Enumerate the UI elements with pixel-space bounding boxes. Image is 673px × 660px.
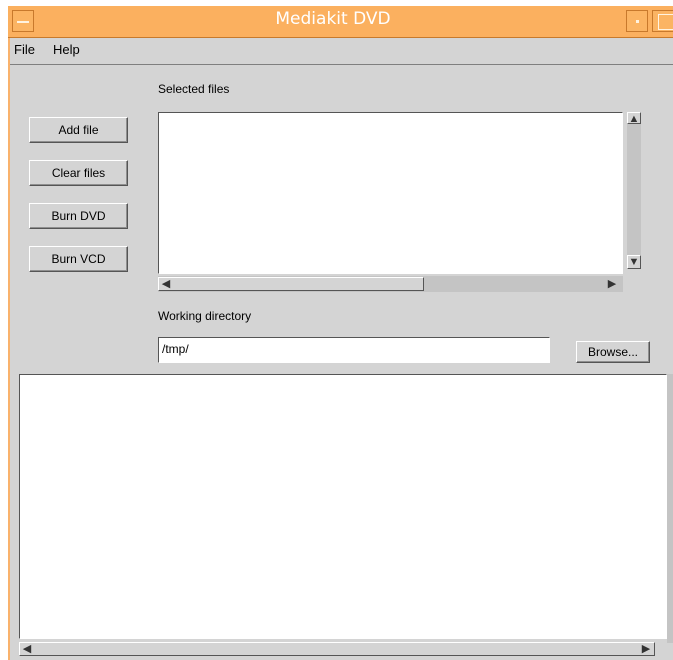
main-panel: Selected files Add file Clear files Burn… (10, 65, 673, 370)
arrow-right-icon[interactable]: ▶ (639, 642, 653, 656)
burn-vcd-button[interactable]: Burn VCD (29, 246, 128, 272)
title-bar[interactable]: Mediakit DVD (8, 6, 673, 38)
working-directory-input[interactable]: /tmp/ (158, 337, 550, 363)
log-hscroll-thumb[interactable] (19, 642, 655, 656)
window-title: Mediakit DVD (275, 9, 391, 29)
log-vertical-scrollbar[interactable] (667, 374, 673, 643)
log-frame: ◀ ▶ (10, 370, 673, 660)
burn-dvd-button[interactable]: Burn DVD (29, 203, 128, 229)
files-horizontal-scrollbar[interactable]: ◀ ▶ (158, 276, 623, 292)
maximize-icon[interactable] (652, 10, 673, 32)
menu-bar: File Help (10, 38, 673, 65)
menu-help[interactable]: Help (53, 42, 80, 57)
window-menu-icon[interactable] (12, 10, 34, 32)
selected-files-label: Selected files (158, 82, 230, 96)
arrow-left-icon[interactable]: ◀ (20, 642, 34, 656)
arrow-down-icon[interactable]: ▼ (627, 255, 641, 269)
output-log[interactable] (19, 374, 667, 639)
log-horizontal-scrollbar[interactable]: ◀ ▶ (19, 642, 655, 656)
files-vertical-scrollbar[interactable]: ▲ ▼ (627, 112, 641, 269)
menu-file[interactable]: File (14, 42, 35, 57)
arrow-right-icon[interactable]: ▶ (605, 277, 619, 291)
arrow-left-icon[interactable]: ◀ (159, 277, 173, 291)
minimize-icon[interactable] (626, 10, 648, 32)
clear-files-button[interactable]: Clear files (29, 160, 128, 186)
arrow-up-icon[interactable]: ▲ (627, 112, 641, 126)
working-directory-label: Working directory (158, 309, 252, 323)
app-window: Mediakit DVD File Help Selected files Ad… (8, 6, 673, 660)
selected-files-list[interactable] (158, 112, 623, 274)
add-file-button[interactable]: Add file (29, 117, 128, 143)
files-hscroll-thumb[interactable] (158, 277, 424, 291)
browse-button[interactable]: Browse... (576, 341, 650, 363)
